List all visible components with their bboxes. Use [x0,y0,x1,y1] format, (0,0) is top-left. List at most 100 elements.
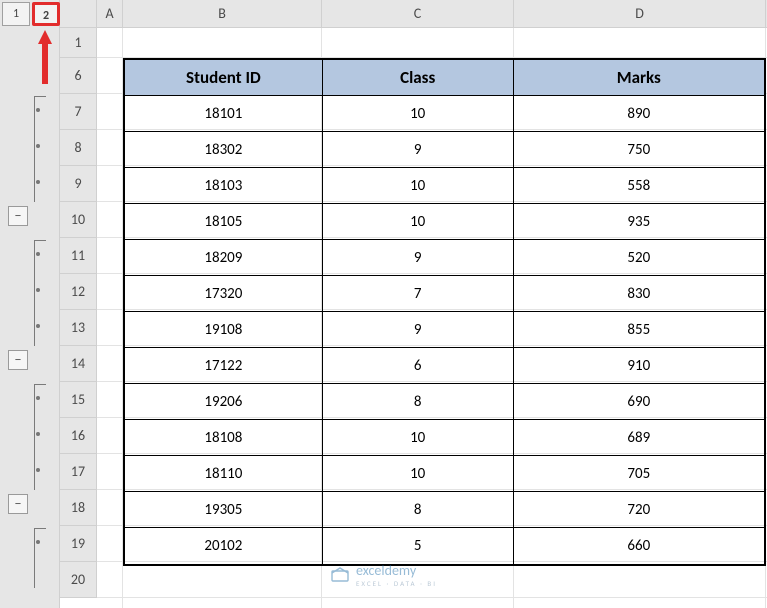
outline-collapse-button[interactable]: − [8,494,28,514]
data-table: Student ID Class Marks 18101 10 890 1830… [123,58,766,566]
row-header[interactable]: 15 [60,382,96,418]
header-student-id[interactable]: Student ID [125,60,323,96]
row-header[interactable]: 9 [60,166,96,202]
cell-class[interactable]: 8 [323,492,514,528]
outline-dot-icon [36,252,40,256]
cell-class[interactable]: 10 [323,96,514,132]
table-row: 19206 8 690 [125,384,764,420]
group-bracket [34,96,46,202]
outline-dot-icon [36,396,40,400]
annotation-arrow-icon [38,30,52,84]
cell-marks[interactable]: 705 [514,456,764,492]
cell-class[interactable]: 10 [323,456,514,492]
cell-student-id[interactable]: 18103 [125,168,323,204]
cell-student-id[interactable]: 18105 [125,204,323,240]
column-header-B[interactable]: B [123,0,322,27]
cell-marks[interactable]: 910 [514,348,764,384]
cell-marks[interactable]: 890 [514,96,764,132]
cell-class[interactable]: 9 [323,312,514,348]
outline-level-2-button[interactable]: 2 [32,2,60,26]
group-bracket [34,384,46,490]
row-header[interactable]: 7 [60,94,96,130]
row-header[interactable]: 13 [60,310,96,346]
cell-student-id[interactable]: 18209 [125,240,323,276]
row-header[interactable]: 19 [60,526,96,562]
table-row: 19108 9 855 [125,312,764,348]
cell-student-id[interactable]: 20102 [125,528,323,564]
row-header[interactable]: 1 [60,28,96,58]
table-row: 19305 8 720 [125,492,764,528]
cell-student-id[interactable]: 18101 [125,96,323,132]
outline-collapse-button[interactable]: − [8,350,28,370]
table-row: 18101 10 890 [125,96,764,132]
cell-marks[interactable]: 855 [514,312,764,348]
cell-class[interactable]: 10 [323,420,514,456]
grid-row [97,562,767,598]
cell-student-id[interactable]: 18110 [125,456,323,492]
row-header[interactable]: 10 [60,202,96,238]
table-row: 18302 9 750 [125,132,764,168]
outline-dot-icon [36,108,40,112]
cell-marks[interactable]: 558 [514,168,764,204]
cell-class[interactable]: 7 [323,276,514,312]
row-header[interactable]: 12 [60,274,96,310]
outline-gutter: 1 2 − − − [0,0,60,608]
cell-marks[interactable]: 830 [514,276,764,312]
cell-student-id[interactable]: 18302 [125,132,323,168]
table-row: 18209 9 520 [125,240,764,276]
table-row: 18103 10 558 [125,168,764,204]
outline-collapse-button[interactable]: − [8,206,28,226]
outline-level-header: 1 2 [0,0,60,28]
cell-class[interactable]: 10 [323,168,514,204]
row-header[interactable]: 16 [60,418,96,454]
group-bracket [34,528,46,588]
cell-student-id[interactable]: 18108 [125,420,323,456]
cell-class[interactable]: 8 [323,384,514,420]
column-header-D[interactable]: D [514,0,766,27]
row-header[interactable]: 8 [60,130,96,166]
table-row: 18108 10 689 [125,420,764,456]
column-header-C[interactable]: C [322,0,514,27]
cell-student-id[interactable]: 19108 [125,312,323,348]
cell-class[interactable]: 9 [323,132,514,168]
cell-class[interactable]: 10 [323,204,514,240]
cell-class[interactable]: 6 [323,348,514,384]
cell-student-id[interactable]: 17320 [125,276,323,312]
cell-student-id[interactable]: 19305 [125,492,323,528]
outline-dot-icon [36,144,40,148]
cell-student-id[interactable]: 17122 [125,348,323,384]
cell-class[interactable]: 5 [323,528,514,564]
cell-marks[interactable]: 660 [514,528,764,564]
group-bracket [34,240,46,346]
cell-marks[interactable]: 689 [514,420,764,456]
table-row: 17122 6 910 [125,348,764,384]
outline-dot-icon [36,468,40,472]
select-all-corner[interactable] [60,0,97,27]
cell-marks[interactable]: 935 [514,204,764,240]
outline-dot-icon [36,432,40,436]
row-header[interactable]: 18 [60,490,96,526]
grid-row [97,28,767,58]
row-header-column: 1 6 7 8 9 10 11 12 13 14 15 16 17 18 19 … [60,28,97,598]
column-header-A[interactable]: A [97,0,123,27]
cell-marks[interactable]: 690 [514,384,764,420]
row-header[interactable]: 17 [60,454,96,490]
row-header[interactable]: 6 [60,58,96,94]
cell-marks[interactable]: 720 [514,492,764,528]
header-class[interactable]: Class [323,60,514,96]
cell-marks[interactable]: 750 [514,132,764,168]
table-row: 17320 7 830 [125,276,764,312]
table-row: 18105 10 935 [125,204,764,240]
outline-level-1-button[interactable]: 1 [2,2,30,26]
sheet-cells-area[interactable]: Student ID Class Marks 18101 10 890 1830… [97,28,767,608]
row-header[interactable]: 11 [60,238,96,274]
outline-dot-icon [36,324,40,328]
header-marks[interactable]: Marks [514,60,764,96]
cell-class[interactable]: 9 [323,240,514,276]
column-header-row: A B C D [60,0,767,28]
cell-marks[interactable]: 520 [514,240,764,276]
row-header[interactable]: 14 [60,346,96,382]
outline-dot-icon [36,180,40,184]
cell-student-id[interactable]: 19206 [125,384,323,420]
row-header[interactable]: 20 [60,562,96,598]
